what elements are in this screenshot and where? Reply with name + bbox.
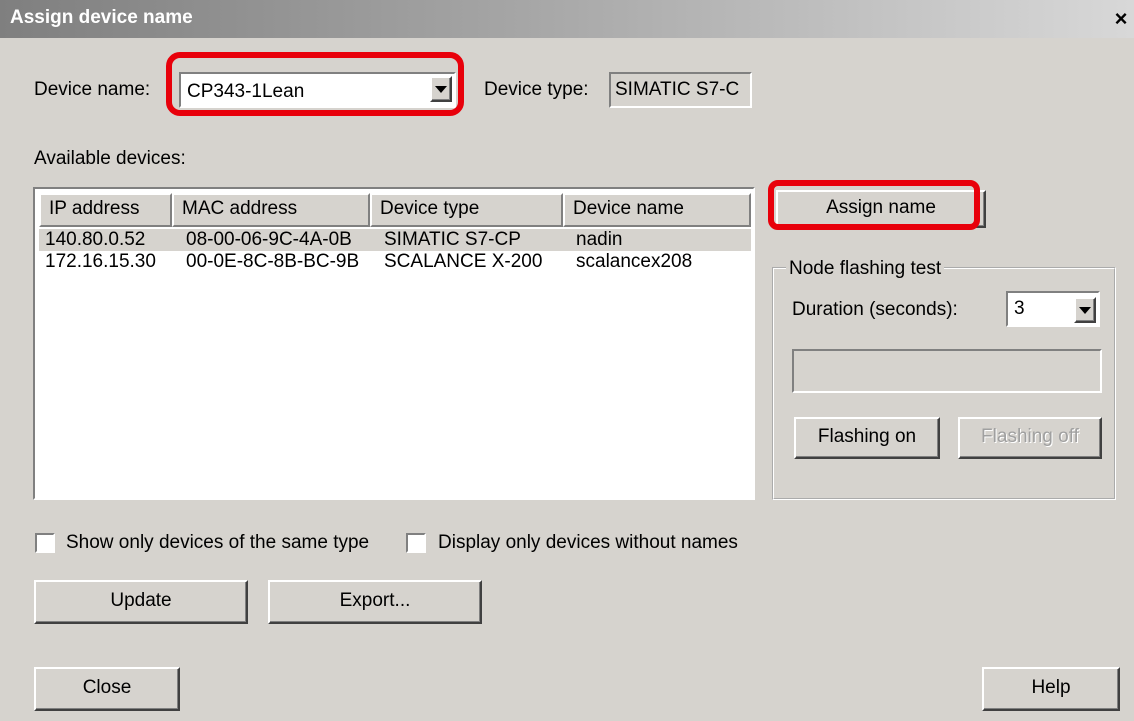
- without-names-label: Display only devices without names: [438, 532, 738, 553]
- node-flashing-group-label: Node flashing test: [786, 257, 945, 281]
- duration-select[interactable]: 3: [1006, 291, 1100, 327]
- row-name: scalancex208: [576, 251, 693, 272]
- window-title: Assign device name: [10, 7, 193, 28]
- device-type-value: SIMATIC S7-C: [615, 79, 740, 100]
- device-name-highlight: [166, 52, 464, 116]
- close-button[interactable]: Close: [34, 667, 180, 711]
- row-type: SIMATIC S7-CP: [384, 229, 521, 250]
- row-name: nadin: [576, 229, 623, 250]
- device-type-label: Device type:: [484, 79, 589, 100]
- assign-name-highlight: [768, 180, 980, 230]
- flashing-off-button[interactable]: Flashing off: [958, 417, 1102, 459]
- device-name-label: Device name:: [34, 79, 151, 100]
- row-ip: 172.16.15.30: [45, 251, 156, 272]
- row-mac: 00-0E-8C-8B-BC-9B: [186, 251, 360, 272]
- export-button[interactable]: Export...: [268, 580, 482, 624]
- column-device-name[interactable]: Device name: [563, 193, 751, 227]
- row-ip: 140.80.0.52: [45, 229, 146, 250]
- column-device-type[interactable]: Device type: [370, 193, 563, 227]
- close-icon[interactable]: ×: [1110, 7, 1132, 31]
- row-type: SCALANCE X-200: [384, 251, 543, 272]
- flashing-on-button[interactable]: Flashing on: [794, 417, 940, 459]
- without-names-checkbox[interactable]: [406, 533, 426, 553]
- same-type-checkbox[interactable]: [35, 533, 55, 553]
- available-devices-label: Available devices:: [34, 148, 186, 169]
- device-type-field: SIMATIC S7-C: [609, 72, 752, 108]
- column-ip-address[interactable]: IP address: [39, 193, 172, 227]
- duration-value: 3: [1014, 298, 1025, 319]
- devices-list[interactable]: IP address MAC address Device type Devic…: [33, 187, 755, 500]
- table-row[interactable]: 140.80.0.52 08-00-06-9C-4A-0B SIMATIC S7…: [39, 229, 751, 251]
- chevron-down-icon[interactable]: [1074, 297, 1096, 323]
- table-row[interactable]: 172.16.15.30 00-0E-8C-8B-BC-9B SCALANCE …: [39, 251, 751, 273]
- flash-progress-field: [792, 349, 1102, 393]
- row-mac: 08-00-06-9C-4A-0B: [186, 229, 352, 250]
- duration-label: Duration (seconds):: [792, 299, 958, 320]
- update-button[interactable]: Update: [34, 580, 248, 624]
- same-type-label: Show only devices of the same type: [66, 532, 370, 553]
- help-button[interactable]: Help: [982, 667, 1120, 711]
- column-mac-address[interactable]: MAC address: [172, 193, 370, 227]
